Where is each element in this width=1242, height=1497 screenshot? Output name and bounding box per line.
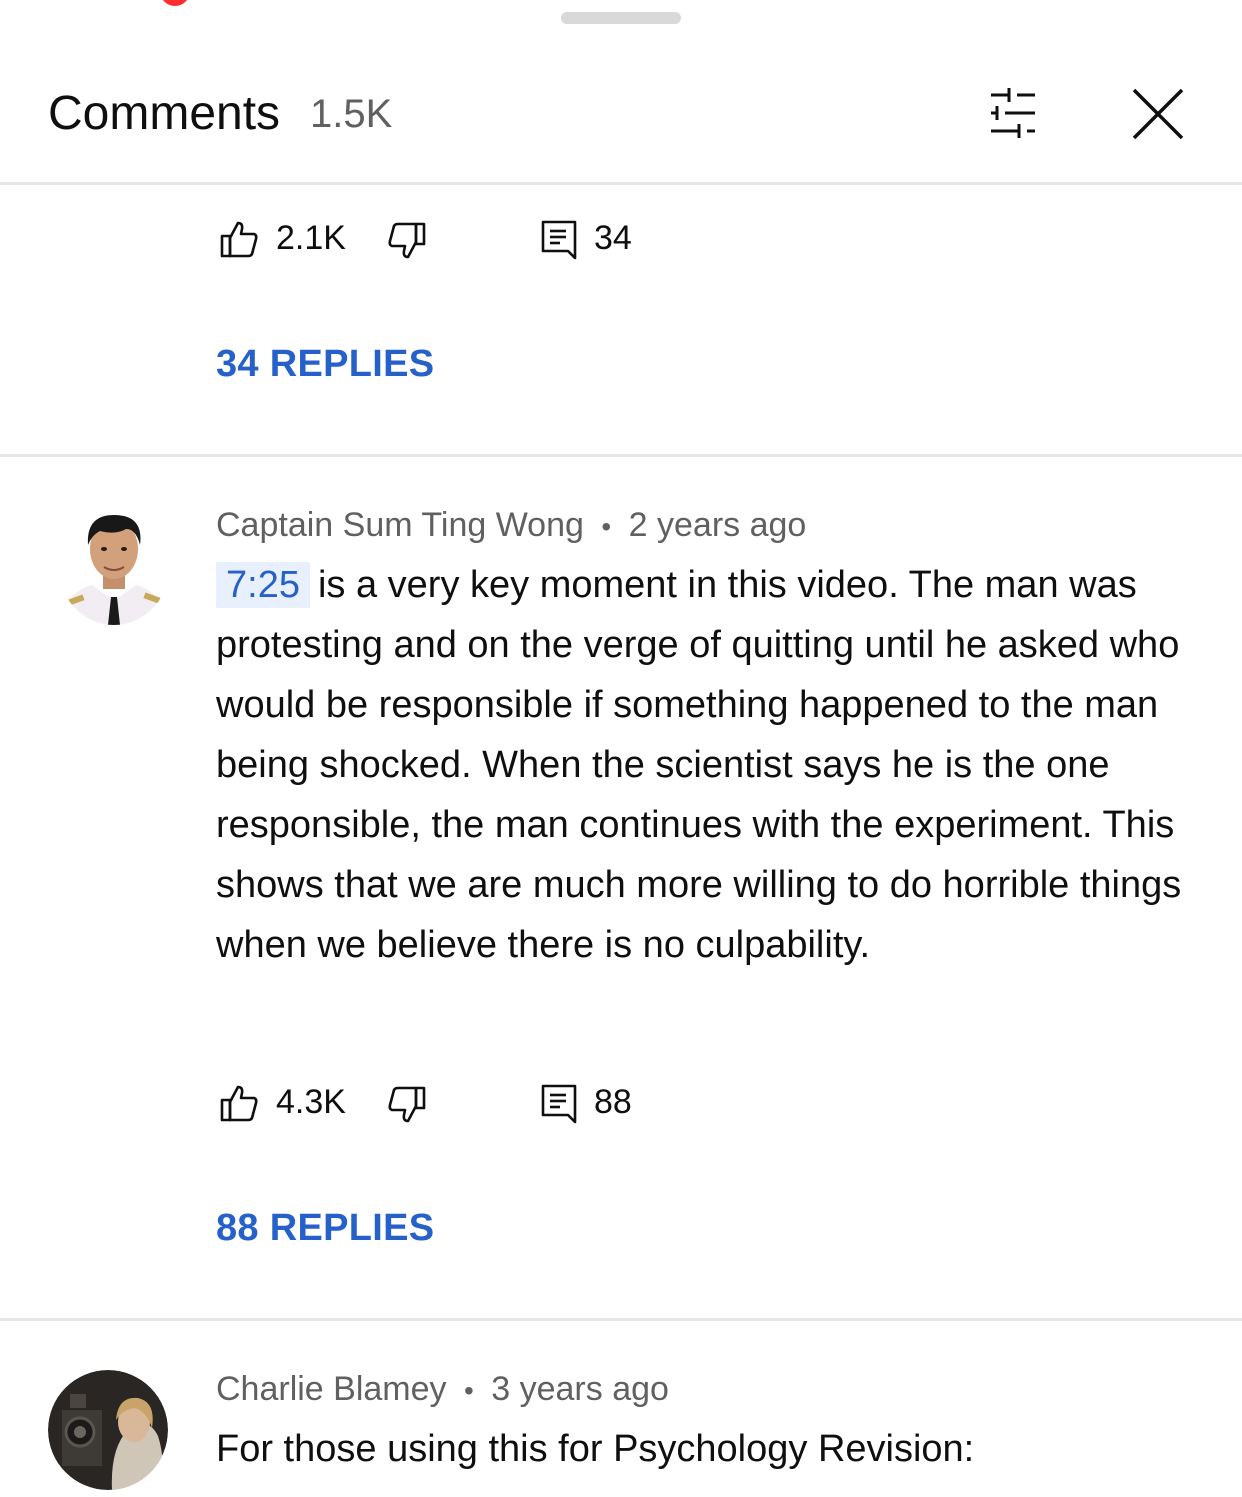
comment-text: For those using this for Psychology Revi… — [216, 1428, 975, 1470]
dislike-button[interactable] — [386, 1084, 428, 1126]
thumbs-up-icon — [220, 1085, 258, 1122]
comments-title: Comments — [48, 87, 281, 140]
author-name[interactable]: Captain Sum Ting Wong — [216, 506, 584, 544]
comment-text: is a very key moment in this video. The … — [216, 564, 1182, 966]
reply-count: 34 — [594, 219, 632, 257]
notification-dot — [160, 0, 190, 6]
avatar[interactable] — [48, 1370, 168, 1490]
comment-time: 2 years ago — [628, 506, 807, 544]
comment-icon — [541, 1084, 577, 1124]
reply-count: 88 — [594, 1083, 632, 1121]
close-button[interactable] — [1126, 82, 1190, 146]
comment-body: 7:25 is a very key moment in this video. … — [216, 555, 1206, 975]
comment-divider — [0, 454, 1242, 457]
avatar[interactable] — [58, 505, 170, 625]
drag-handle[interactable] — [561, 12, 681, 24]
thumbs-up-icon — [220, 221, 258, 258]
reply-button[interactable] — [538, 218, 580, 262]
like-button[interactable] — [218, 218, 260, 260]
view-replies-button[interactable]: 88 REPLIES — [216, 1207, 434, 1250]
like-button[interactable] — [218, 1082, 260, 1124]
comments-count: 1.5K — [310, 92, 393, 136]
thumbs-down-icon — [388, 222, 426, 259]
separator-dot: • — [463, 1375, 474, 1406]
comment-time: 3 years ago — [491, 1370, 669, 1408]
comment-header: Charlie Blamey • 3 years ago — [216, 1370, 669, 1409]
thumbs-down-icon — [388, 1086, 426, 1123]
sliders-icon — [991, 88, 1035, 138]
like-count: 4.3K — [276, 1083, 346, 1121]
like-count: 2.1K — [276, 219, 346, 257]
header-divider — [0, 182, 1242, 185]
separator-dot: • — [601, 511, 612, 542]
author-name[interactable]: Charlie Blamey — [216, 1370, 447, 1408]
filter-button[interactable] — [978, 82, 1048, 144]
reply-button[interactable] — [538, 1082, 580, 1126]
comment-icon — [541, 220, 577, 260]
view-replies-button[interactable]: 34 REPLIES — [216, 343, 434, 386]
comment-header: Captain Sum Ting Wong • 2 years ago — [216, 506, 806, 545]
timestamp-link[interactable]: 7:25 — [216, 562, 310, 608]
comment-divider — [0, 1318, 1242, 1321]
comment-body: For those using this for Psychology Revi… — [216, 1419, 1206, 1479]
close-icon — [1132, 88, 1184, 140]
dislike-button[interactable] — [386, 220, 428, 262]
